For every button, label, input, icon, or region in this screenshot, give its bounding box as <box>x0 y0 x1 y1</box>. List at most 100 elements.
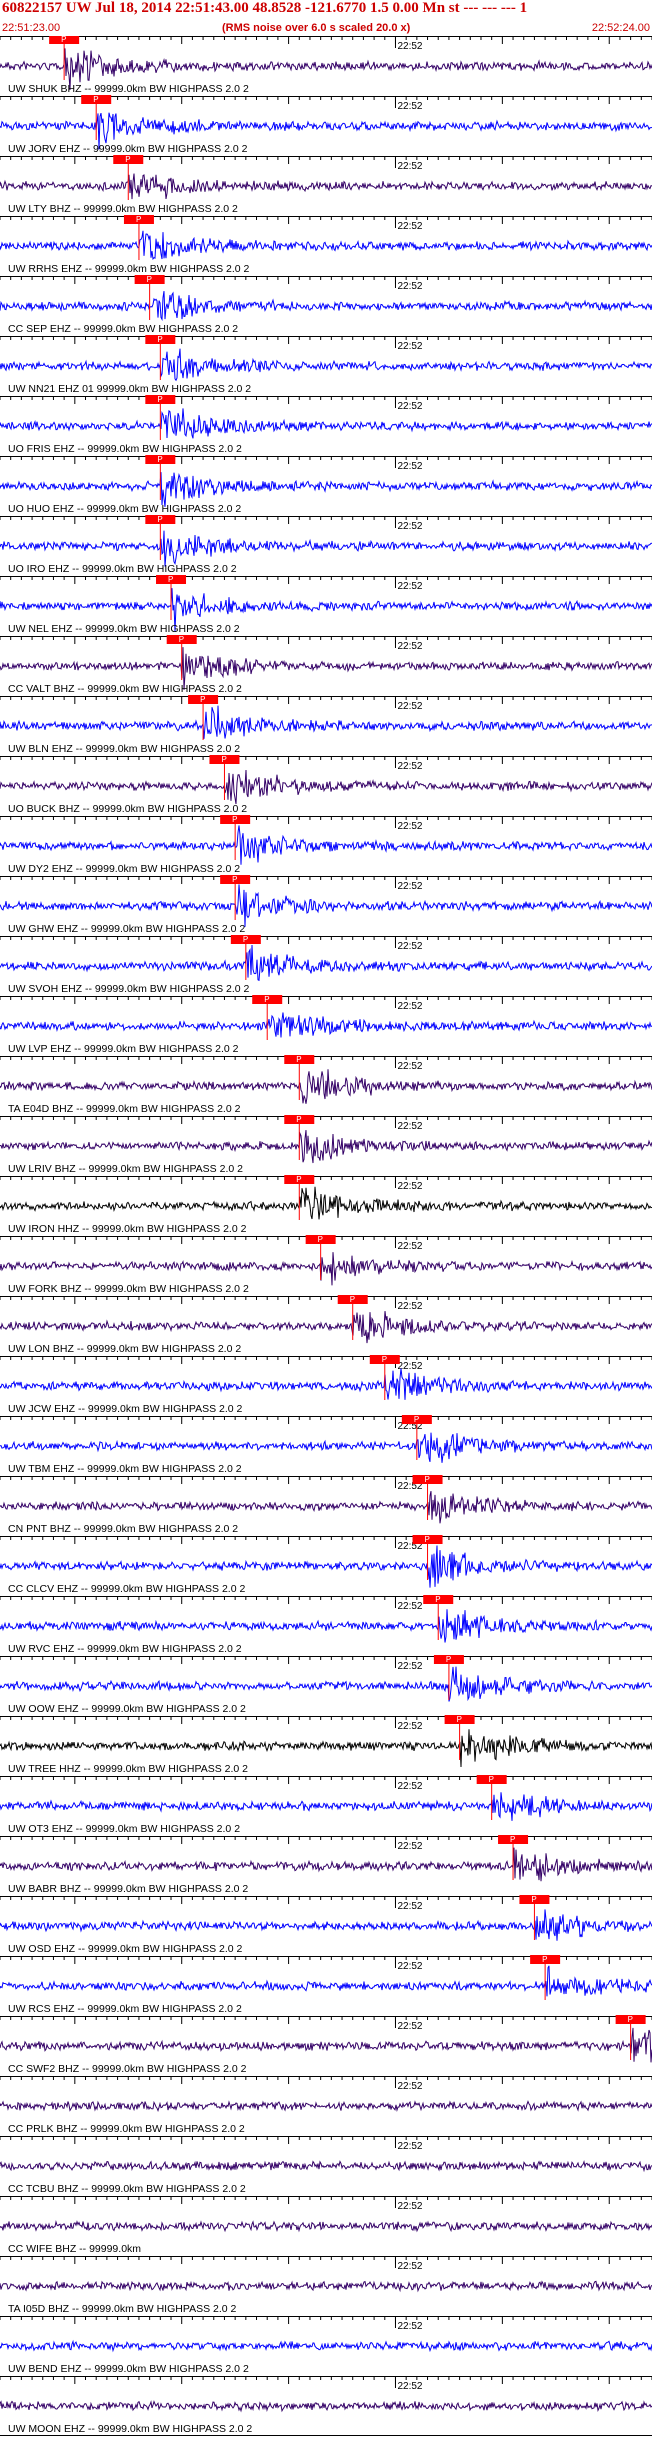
trace-panel: 22:52 CC VALT BHZ -- 99999.0km BW HIGHPAS… <box>0 635 652 695</box>
station-label: TA I05D BHZ -- 99999.0km BW HIGHPASS 2.0… <box>8 2303 237 2315</box>
minute-tick-label: 22:52 <box>397 2021 422 2032</box>
waveform <box>0 1792 652 1821</box>
minute-tick-label: 22:52 <box>397 2321 422 2332</box>
pick-label: P <box>318 1235 323 1244</box>
minute-tick-label: 22:52 <box>397 1841 422 1852</box>
waveform <box>0 2160 652 2173</box>
minute-tick-label: 22:52 <box>397 101 422 112</box>
waveform <box>0 1130 652 1164</box>
minute-tick-label: 22:52 <box>397 581 422 592</box>
minute-tick-label: 22:52 <box>397 2081 422 2092</box>
trace-panel: 22:52 CC PRLK BHZ -- 99999.0km BW HIGHPAS… <box>0 2076 652 2135</box>
trace-panel: 22:52 CC SWF2 BHZ -- 99999.0km BW HIGHPAS… <box>0 2015 652 2075</box>
pick-label: P <box>350 1295 355 1304</box>
minute-tick-label: 22:52 <box>397 1241 422 1252</box>
trace-panel: 22:52 UW RVC EHZ -- 99999.0km BW HIGHPASS… <box>0 1595 652 1655</box>
trace-panel: 22:52 CC WIFE BHZ -- 99999.0km <box>0 2196 652 2255</box>
station-label: UW BLN EHZ -- 99999.0km BW HIGHPASS 2.0 … <box>8 743 240 755</box>
minute-tick-label: 22:52 <box>397 1121 422 1132</box>
pick-label: P <box>157 395 162 404</box>
pick-label: P <box>147 275 152 284</box>
trace-panel: 22:52 UW BABR BHZ -- 99999.0km BW HIGHPAS… <box>0 1835 652 1895</box>
station-label: CC SWF2 BHZ -- 99999.0km BW HIGHPASS 2.0… <box>8 2063 247 2075</box>
minute-tick-label: 22:52 <box>397 1961 422 1972</box>
waveform <box>0 408 652 439</box>
station-label: UW FORK BHZ -- 99999.0km BW HIGHPASS 2.0… <box>8 1283 249 1295</box>
trace-panel: 22:52 UW RCS EHZ -- 99999.0km BW HIGHPASS… <box>0 1955 652 2015</box>
waveform <box>0 944 652 982</box>
pick-label: P <box>61 36 66 44</box>
trace-panel: 22:52 UW IRON HHZ -- 99999.0km BW HIGHPAS… <box>0 1175 652 1235</box>
trace-panel: 22:52 UW LRIV BHZ -- 99999.0km BW HIGHPAS… <box>0 1115 652 1175</box>
pick-label: P <box>489 1775 494 1784</box>
station-label: UW OT3 EHZ -- 99999.0km BW HIGHPASS 2.0 … <box>8 1823 240 1835</box>
minute-tick-label: 22:52 <box>397 761 422 772</box>
trace-panel: 22:52CN PNT BHZ -- 99999.0km BW HIGHPASS… <box>0 1475 652 1535</box>
pick-label: P <box>382 1355 387 1364</box>
waveform <box>0 1311 652 1344</box>
pick-label: P <box>243 935 248 944</box>
pick-label: P <box>425 1475 430 1484</box>
minute-tick-label: 22:52 <box>397 2201 422 2212</box>
pick-label: P <box>221 755 226 764</box>
minute-tick-label: 22:52 <box>397 341 422 352</box>
minute-tick-label: 22:52 <box>397 401 422 412</box>
station-label: CC WIFE BHZ -- 99999.0km <box>8 2243 141 2255</box>
station-label: UW RCS EHZ -- 99999.0km BW HIGHPASS 2.0 … <box>8 2003 242 2015</box>
waveform <box>0 472 652 507</box>
pick-label: P <box>510 1835 515 1844</box>
station-label: UW GHW EHZ -- 99999.0km BW HIGHPASS 2.0 … <box>8 923 245 935</box>
minute-tick-label: 22:52 <box>397 161 422 172</box>
minute-tick-label: 22:52 <box>397 2141 422 2152</box>
station-label: UW LRIV BHZ -- 99999.0km BW HIGHPASS 2.0… <box>8 1163 243 1175</box>
pick-label: P <box>157 335 162 344</box>
waveform <box>0 348 652 382</box>
pick-label: P <box>168 575 173 584</box>
pick-label: P <box>296 1055 301 1064</box>
waveform <box>0 1368 652 1400</box>
pick-label: P <box>296 1175 301 1184</box>
trace-panel: 22:52 UW NN21 EHZ 01 99999.0km BW HIGHPAS… <box>0 335 652 395</box>
station-label: UW TBM EHZ -- 99999.0km BW HIGHPASS 2.0 … <box>8 1463 242 1475</box>
station-label: UW DY2 EHZ -- 99999.0km BW HIGHPASS 2.0 … <box>8 863 240 875</box>
pick-label: P <box>125 155 130 164</box>
station-label: UW MOON EHZ -- 99999.0km BW HIGHPASS 2.0… <box>8 2423 252 2435</box>
minute-tick-label: 22:52 <box>397 281 422 292</box>
minute-tick-label: 22:52 <box>397 1781 422 1792</box>
station-label: CC TCBU BHZ -- 99999.0km BW HIGHPASS 2.0… <box>8 2183 246 2195</box>
minute-tick-label: 22:52 <box>397 1061 422 1072</box>
pick-label: P <box>179 635 184 644</box>
trace-panel: 22:52 TA I05D BHZ -- 99999.0km BW HIGHPAS… <box>0 2256 652 2315</box>
waveform <box>0 1609 652 1643</box>
pick-label: P <box>457 1715 462 1724</box>
station-label: UW RVC EHZ -- 99999.0km BW HIGHPASS 2.0 … <box>8 1643 242 1655</box>
waveform <box>0 2100 652 2112</box>
station-label: UW JORV EHZ -- 99999.0km BW HIGHPASS 2.0… <box>8 143 248 155</box>
minute-tick-label: 22:52 <box>397 641 422 652</box>
minute-tick-label: 22:52 <box>397 2381 422 2392</box>
trace-panel: 22:52 UW JORV EHZ -- 99999.0km BW HIGHPAS… <box>0 95 652 155</box>
trace-panel: 22:52 UW SHUK BHZ -- 99999.0km BW HIGHPAS… <box>0 36 652 95</box>
trace-panel: 22:52 UW RRHS EHZ -- 99999.0km BW HIGHPAS… <box>0 215 652 275</box>
waveform <box>0 2400 652 2413</box>
pick-label: P <box>542 1955 547 1964</box>
trace-panel: 22:52 UW GHW EHZ -- 99999.0km BW HIGHPASS… <box>0 875 652 935</box>
trace-panel: 22:52 CC TCBU BHZ -- 99999.0km BW HIGHPAS… <box>0 2136 652 2195</box>
station-label: CC VALT BHZ -- 99999.0km BW HIGHPASS 2.0… <box>8 683 242 695</box>
trace-panel: 22:52 UW BEND EHZ -- 99999.0km BW HIGHPAS… <box>0 2316 652 2375</box>
station-label: UO IRO EHZ -- 99999.0km BW HIGHPASS 2.0 … <box>8 563 237 575</box>
station-label: UW JCW EHZ -- 99999.0km BW HIGHPASS 2.0 … <box>8 1403 243 1415</box>
trace-panel: 22:52 UO BUCK BHZ -- 99999.0km BW HIGHPAS… <box>0 755 652 815</box>
trace-panel: 22:52CC CLCV EHZ -- 99999.0km BW HIGHPAS… <box>0 1535 652 1595</box>
pick-label: P <box>296 1115 301 1124</box>
trace-panel: 22:52 UW OT3 EHZ -- 99999.0km BW HIGHPASS… <box>0 1775 652 1835</box>
minute-tick-label: 22:52 <box>397 521 422 532</box>
trace-panel: 22:52 UW NEL EHZ -- 99999.0km BW HIGHPASS… <box>0 575 652 635</box>
trace-panel: 22:52 UW OOW EHZ -- 99999.0km BW HIGHPASS… <box>0 1655 652 1715</box>
pick-label: P <box>136 215 141 224</box>
waveform <box>0 884 652 927</box>
station-label: UO FRIS EHZ -- 99999.0km BW HIGHPASS 2.0… <box>8 443 242 455</box>
minute-tick-label: 22:52 <box>397 221 422 232</box>
waveform <box>0 173 652 200</box>
waveform <box>0 1909 652 1941</box>
